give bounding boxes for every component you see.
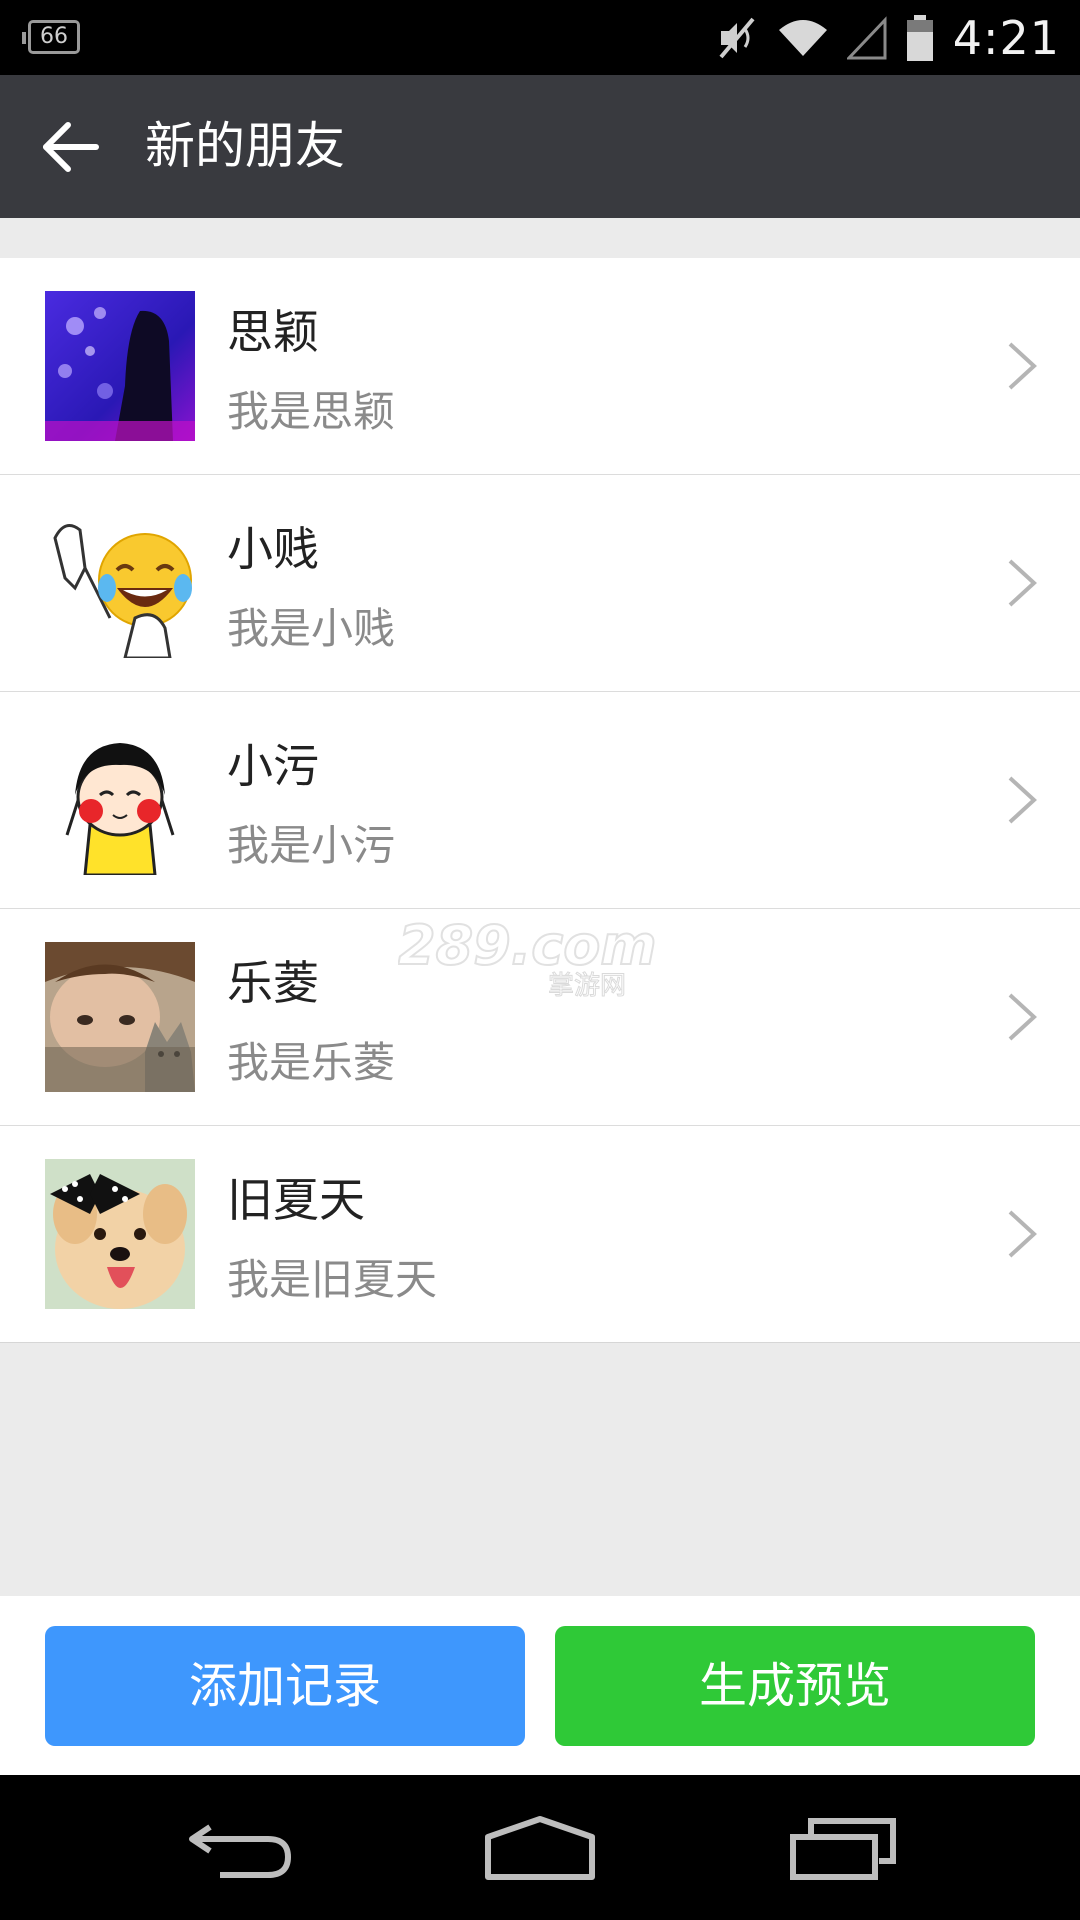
emoji-laughing-tears-icon bbox=[45, 508, 195, 658]
avatar bbox=[45, 725, 195, 875]
chevron-right-icon bbox=[1008, 342, 1037, 390]
friend-message: 我是小贱 bbox=[227, 604, 396, 653]
friend-row[interactable]: 小贱 我是小贱 bbox=[0, 475, 1080, 692]
notification-count-icon: 66 bbox=[22, 20, 80, 54]
chevron-right-icon bbox=[1008, 1210, 1037, 1258]
friend-name: 思颖 bbox=[227, 305, 319, 359]
friend-row[interactable]: 小污 我是小污 bbox=[0, 692, 1080, 909]
avatar bbox=[45, 291, 195, 441]
avatar bbox=[45, 942, 195, 1092]
friend-name: 旧夏天 bbox=[227, 1173, 365, 1227]
screen: 66 4:21 新的朋友 思颖 我是思颖 小贱 我是小贱 小污 我是小污 乐菱 … bbox=[0, 0, 1080, 1920]
photo-girl-jellyfish-icon bbox=[45, 291, 195, 441]
battery-icon bbox=[906, 14, 933, 61]
watermark-logo: 289.com 掌游网 bbox=[398, 918, 658, 998]
recents-nav-icon[interactable] bbox=[785, 1805, 905, 1895]
add-record-button[interactable]: 添加记录 bbox=[45, 1626, 525, 1746]
chevron-right-icon bbox=[1008, 776, 1037, 824]
friend-name: 乐菱 bbox=[227, 956, 319, 1010]
chevron-right-icon bbox=[1008, 559, 1037, 607]
friend-name: 小污 bbox=[227, 739, 319, 793]
system-nav-bar bbox=[0, 1775, 1080, 1920]
status-icons: 4:21 bbox=[715, 0, 1060, 75]
home-nav-icon[interactable] bbox=[480, 1805, 600, 1895]
wifi-icon bbox=[778, 19, 827, 56]
avatar bbox=[45, 1159, 195, 1309]
generate-preview-button[interactable]: 生成预览 bbox=[555, 1626, 1035, 1746]
friend-message: 我是旧夏天 bbox=[227, 1255, 438, 1304]
action-panel: 添加记录 生成预览 bbox=[0, 1596, 1080, 1775]
cartoon-girl-icon bbox=[45, 725, 195, 875]
friend-name: 小贱 bbox=[227, 522, 319, 576]
app-bar: 新的朋友 bbox=[0, 75, 1080, 218]
clock: 4:21 bbox=[952, 10, 1060, 65]
photo-girl-cat-icon bbox=[45, 942, 195, 1092]
friend-message: 我是乐菱 bbox=[227, 1038, 396, 1087]
avatar bbox=[45, 508, 195, 658]
status-bar: 66 4:21 bbox=[0, 0, 1080, 75]
signal-icon bbox=[846, 15, 887, 59]
friend-message: 我是小污 bbox=[227, 821, 396, 870]
svg-text:289.com: 289.com bbox=[398, 918, 657, 977]
friend-message: 我是思颖 bbox=[227, 387, 396, 436]
mute-icon bbox=[719, 17, 755, 58]
friend-row[interactable]: 思颖 我是思颖 bbox=[0, 258, 1080, 475]
page-title: 新的朋友 bbox=[145, 117, 345, 175]
friend-row[interactable]: 旧夏天 我是旧夏天 bbox=[0, 1126, 1080, 1343]
photo-dog-bow-icon bbox=[45, 1159, 195, 1309]
back-nav-icon[interactable] bbox=[180, 1805, 300, 1895]
svg-text:掌游网: 掌游网 bbox=[548, 971, 626, 998]
chevron-right-icon bbox=[1008, 993, 1037, 1041]
arrow-left-icon[interactable] bbox=[38, 115, 102, 179]
friend-list: 思颖 我是思颖 小贱 我是小贱 小污 我是小污 乐菱 我是乐菱 旧夏天 我是旧夏… bbox=[0, 258, 1080, 1343]
